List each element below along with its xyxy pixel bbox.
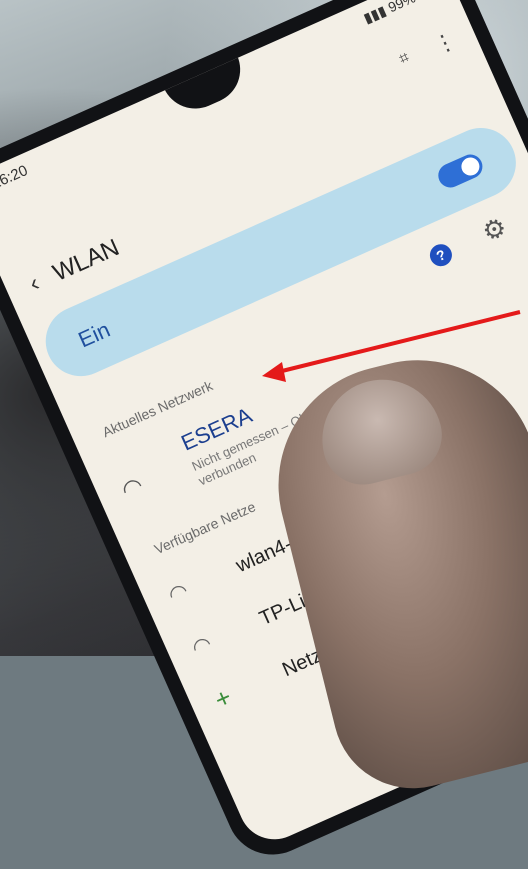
page-title-row: ‹ WLAN [25,234,123,298]
wifi-icon: ◠ [117,471,148,505]
status-time: 16:20 [0,161,31,193]
back-icon[interactable]: ‹ [25,270,44,299]
toggle-label: Ein [74,316,114,353]
gear-icon[interactable]: ⚙ [478,211,512,249]
status-battery: ▮▮▮ 99% [360,0,418,27]
qr-scan-icon[interactable]: ⌗ [397,49,413,69]
wifi-lock-icon: ◠ [164,577,192,609]
wifi-lock-icon: ◠ [187,630,216,662]
more-options-icon[interactable]: ⋮ [430,27,461,60]
help-icon[interactable]: ? [426,240,456,270]
wifi-switch[interactable] [434,150,487,192]
page-title: WLAN [48,234,124,287]
plus-icon: + [209,681,236,715]
